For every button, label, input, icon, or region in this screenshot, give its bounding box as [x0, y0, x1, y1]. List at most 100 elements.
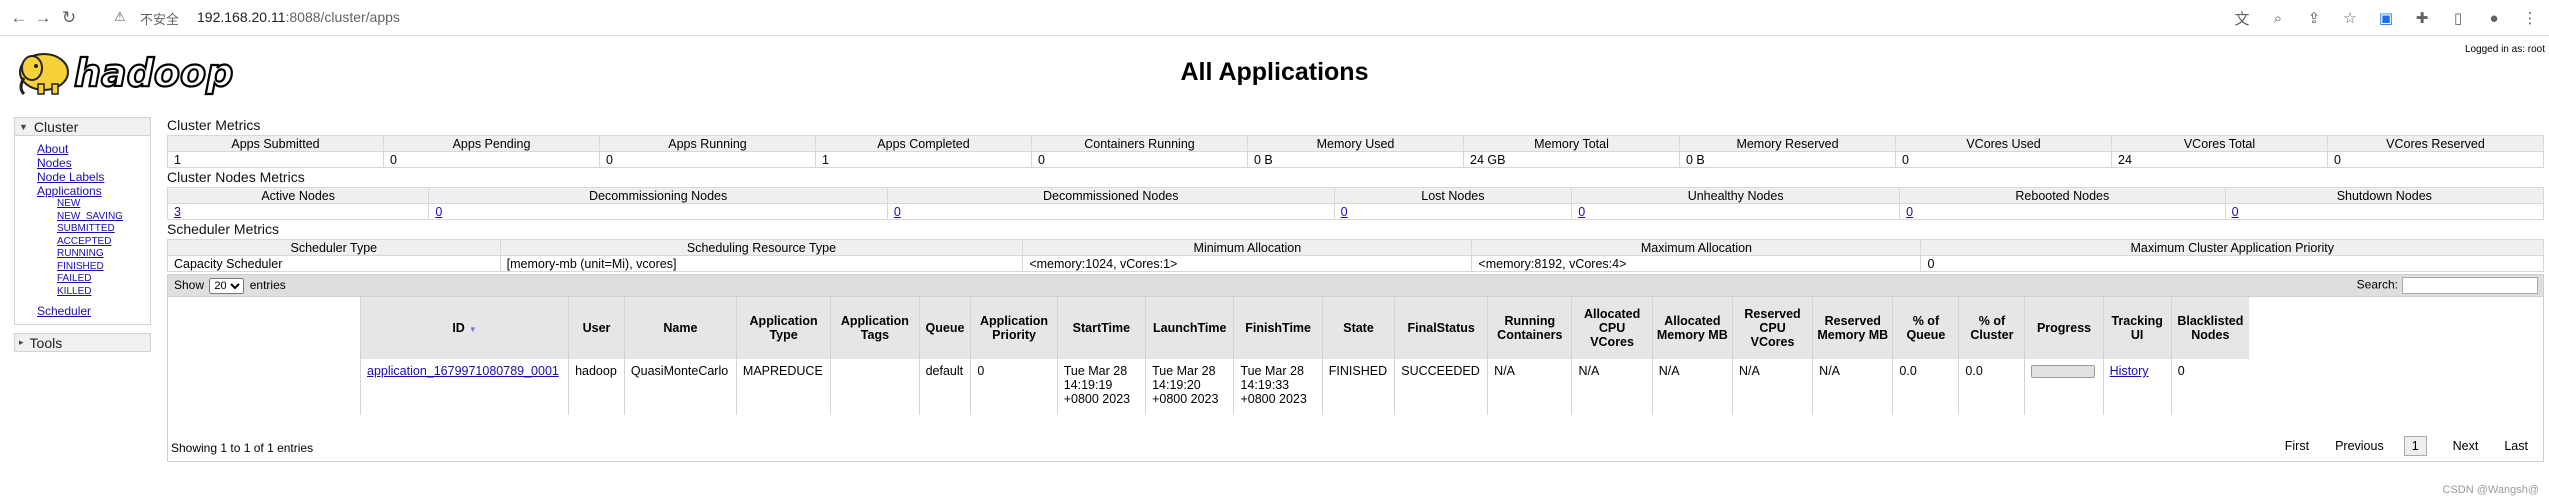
start-date: Tue Mar 28	[1063, 364, 1128, 378]
state-link-killed[interactable]: KILLED	[57, 286, 91, 297]
lost-nodes-link[interactable]: 0	[1341, 205, 1348, 219]
cell-alloc-mem: N/A	[1651, 359, 1733, 415]
sidebar-link-about[interactable]: About	[37, 142, 68, 156]
menu-icon[interactable]: ⋮	[2519, 7, 2541, 29]
sidebar-cluster-header[interactable]: ▼ Cluster	[14, 117, 151, 136]
metric-value: 0	[1920, 255, 2544, 272]
column-header-state[interactable]: State	[1321, 297, 1395, 359]
main-content: Cluster Metrics Apps Submitted Apps Pend…	[166, 116, 2545, 462]
rebooted-nodes-link[interactable]: 0	[1906, 205, 1913, 219]
apps-toolbar: Show 20 entries Search:	[168, 275, 2543, 297]
show-label: Show	[174, 278, 205, 292]
scheduler-metrics-table: Scheduler Type Scheduling Resource Type …	[167, 239, 2544, 272]
sidebar-link-scheduler[interactable]: Scheduler	[37, 304, 91, 318]
metric-header: VCores Used	[1895, 135, 2112, 152]
state-link-submitted[interactable]: SUBMITTED	[57, 223, 115, 234]
state-link-accepted[interactable]: ACCEPTED	[57, 236, 111, 247]
metric-value: 0	[2327, 151, 2544, 168]
pager-first[interactable]: First	[2285, 439, 2309, 453]
column-header-finish-time[interactable]: FinishTime	[1233, 297, 1323, 359]
state-link-finished[interactable]: FINISHED	[57, 261, 104, 272]
expand-triangle-icon: ▸	[19, 337, 24, 347]
decommissioning-nodes-link[interactable]: 0	[435, 205, 442, 219]
sidebar-tools-label: Tools	[29, 334, 63, 351]
entries-select[interactable]: 20	[209, 278, 245, 294]
sidebar-link-nodes[interactable]: Nodes	[37, 156, 72, 170]
column-header-tracking-ui[interactable]: Tracking UI	[2102, 297, 2172, 359]
state-link-new[interactable]: NEW	[57, 198, 80, 209]
column-header-reserved-mem[interactable]: Reserved Memory MB	[1812, 297, 1893, 359]
nodes-metrics-title: Cluster Nodes Metrics	[167, 169, 305, 185]
tracking-history-link[interactable]: History	[2110, 364, 2149, 378]
column-header-id[interactable]: ID ▼	[359, 297, 569, 359]
collapse-triangle-icon: ▼	[19, 121, 28, 132]
metric-header: Scheduling Resource Type	[499, 239, 1024, 256]
column-header-user[interactable]: User	[568, 297, 625, 359]
finish-clock: 14:19:33	[1240, 378, 1290, 392]
metric-value: <memory:8192, vCores:4>	[1471, 255, 1921, 272]
column-header-queue[interactable]: Queue	[918, 297, 971, 359]
column-header-app-type[interactable]: Application Type	[735, 297, 831, 359]
extension-translate-icon[interactable]: ▣	[2375, 7, 2397, 29]
insecure-label[interactable]: 不安全	[140, 9, 179, 28]
metric-header: Shutdown Nodes	[2224, 187, 2545, 204]
column-header-priority[interactable]: Application Priority	[970, 297, 1058, 359]
cell-type: MAPREDUCE	[735, 359, 831, 415]
column-header-running-containers[interactable]: Running Containers	[1487, 297, 1572, 359]
sidebar-link-applications[interactable]: Applications	[37, 184, 102, 198]
sidebar-icon[interactable]: ▯	[2447, 7, 2469, 29]
start-clock: 14:19:19	[1063, 378, 1113, 392]
pager-last[interactable]: Last	[2504, 439, 2528, 453]
column-header-blacklisted[interactable]: Blacklisted Nodes	[2170, 297, 2249, 359]
pager-previous[interactable]: Previous	[2335, 439, 2384, 453]
column-header-app-tags[interactable]: Application Tags	[830, 297, 920, 359]
cell-finish-time: Tue Mar 28 14:19:33 +0800 2023	[1233, 359, 1323, 415]
finish-date: Tue Mar 28	[1240, 364, 1304, 378]
column-header-start-time[interactable]: StartTime	[1056, 297, 1146, 359]
sidebar-tools-header[interactable]: ▸ Tools	[14, 333, 151, 352]
applications-panel: Show 20 entries Search: ID ▼ User Name Ap…	[167, 274, 2544, 462]
puzzle-icon[interactable]: ✚	[2411, 7, 2433, 29]
unhealthy-nodes-link[interactable]: 0	[1578, 205, 1585, 219]
metric-header: Memory Used	[1247, 135, 1464, 152]
column-header-alloc-vcores[interactable]: Allocated CPU VCores	[1571, 297, 1653, 359]
share-icon[interactable]: ⇪	[2303, 7, 2325, 29]
pager-page-1[interactable]: 1	[2403, 436, 2427, 456]
pager-next[interactable]: Next	[2453, 439, 2479, 453]
reload-icon[interactable]: ↻	[58, 7, 80, 29]
application-id-link[interactable]: application_1679971080789_0001	[367, 364, 559, 378]
shutdown-nodes-link[interactable]: 0	[2232, 205, 2239, 219]
zoom-icon[interactable]: ⌕	[2267, 7, 2289, 29]
metric-value: Capacity Scheduler	[167, 255, 501, 272]
start-zone: +0800 2023	[1063, 392, 1131, 406]
active-nodes-link[interactable]: 3	[174, 205, 181, 219]
translate-icon[interactable]: 文	[2231, 7, 2253, 29]
sidebar-link-node-labels[interactable]: Node Labels	[37, 170, 104, 184]
column-header-progress[interactable]: Progress	[2024, 297, 2104, 359]
search-input[interactable]	[2402, 277, 2538, 294]
cell-progress	[2024, 359, 2104, 415]
metric-value: 1	[815, 151, 1032, 168]
column-header-launch-time[interactable]: LaunchTime	[1145, 297, 1234, 359]
star-icon[interactable]: ☆	[2339, 7, 2361, 29]
address-bar[interactable]: 192.168.20.11:8088/cluster/apps	[197, 9, 400, 25]
cell-reserved-mem: N/A	[1812, 359, 1893, 415]
warning-icon[interactable]: ⚠	[114, 9, 126, 25]
back-icon[interactable]: ←	[8, 7, 30, 29]
cell-reserved-vcores: N/A	[1731, 359, 1813, 415]
forward-icon[interactable]: →	[32, 7, 54, 29]
avatar-icon[interactable]: ●	[2483, 7, 2505, 29]
column-header-reserved-vcores[interactable]: Reserved CPU VCores	[1731, 297, 1813, 359]
column-header-pct-cluster[interactable]: % of Cluster	[1958, 297, 2025, 359]
state-link-running[interactable]: RUNNING	[57, 248, 104, 259]
column-header-name[interactable]: Name	[623, 297, 737, 359]
showing-entries-text: Showing 1 to 1 of 1 entries	[171, 441, 314, 455]
column-header-alloc-mem[interactable]: Allocated Memory MB	[1651, 297, 1733, 359]
state-link-new-saving[interactable]: NEW_SAVING	[57, 211, 123, 222]
metric-header: Active Nodes	[166, 187, 430, 204]
decommissioned-nodes-link[interactable]: 0	[894, 205, 901, 219]
state-link-failed[interactable]: FAILED	[57, 273, 91, 284]
metric-value: 24 GB	[1463, 151, 1680, 168]
column-header-pct-queue[interactable]: % of Queue	[1892, 297, 1959, 359]
column-header-final-status[interactable]: FinalStatus	[1394, 297, 1488, 359]
